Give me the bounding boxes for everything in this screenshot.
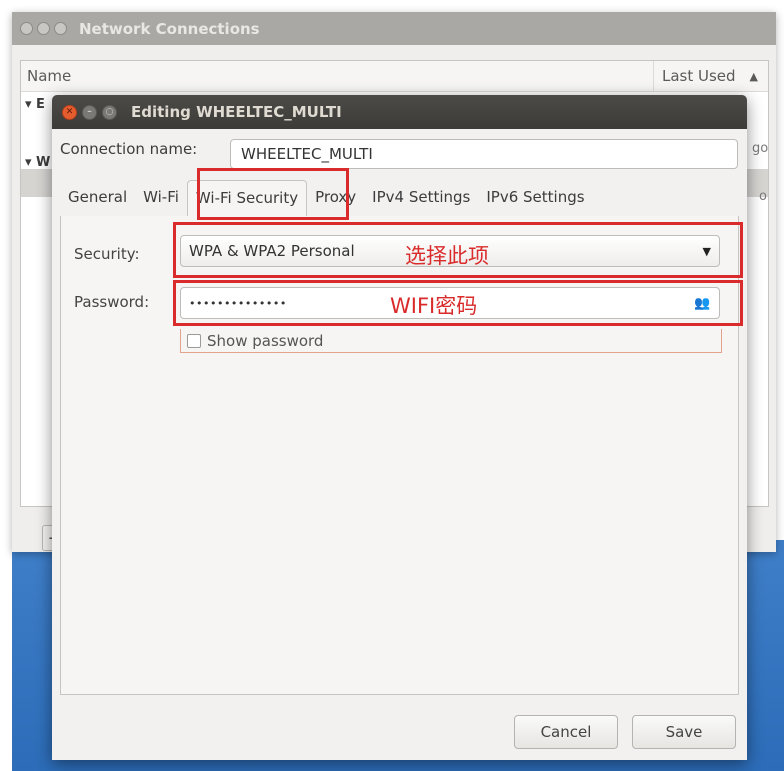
dialog-close-button[interactable]: ✕ [62, 104, 77, 120]
tab-ipv6-settings[interactable]: IPv6 Settings [478, 180, 592, 216]
column-header-last-used-label: Last Used [661, 67, 736, 85]
password-storage-icon[interactable]: 👥 [694, 296, 711, 311]
password-value: •••••••••••••• [189, 296, 287, 310]
network-connections-titlebar: Network Connections [12, 12, 776, 45]
edit-connection-dialog: ✕ – ○ Editing WHEELTEC_MULTI Connection … [52, 95, 747, 760]
security-label: Security: [74, 245, 140, 263]
password-label: Password: [74, 293, 150, 311]
connection-group-wifi[interactable]: ▾ W [25, 155, 50, 170]
connections-list-header: Name Last Used ▲ [21, 61, 768, 92]
connection-name-input[interactable] [230, 139, 738, 169]
dialog-maximize-button[interactable]: ○ [102, 104, 117, 120]
cancel-button[interactable]: Cancel [514, 715, 618, 749]
dialog-title: Editing WHEELTEC_MULTI [131, 103, 342, 121]
dialog-titlebar: ✕ – ○ Editing WHEELTEC_MULTI [52, 95, 747, 129]
window-minimize-button[interactable] [37, 22, 50, 35]
row-last-used-partial-2: o [759, 189, 767, 204]
connection-group-ethernet[interactable]: ▾ E [25, 97, 45, 112]
save-button[interactable]: Save [632, 715, 736, 749]
annotation-wifi-password: WIFI密码 [390, 294, 478, 318]
tab-proxy[interactable]: Proxy [307, 180, 364, 216]
tab-wifi-security[interactable]: Wi-Fi Security [186, 180, 308, 217]
sort-ascending-icon: ▲ [749, 69, 758, 83]
dialog-minimize-button[interactable]: – [82, 104, 97, 120]
security-select-value: WPA & WPA2 Personal [189, 242, 355, 260]
annotation-select-this: 选择此项 [405, 244, 489, 268]
network-connections-title: Network Connections [79, 19, 260, 38]
show-password-row[interactable]: Show password [180, 329, 722, 353]
tab-wifi[interactable]: Wi-Fi [135, 180, 187, 216]
column-header-last-used[interactable]: Last Used ▲ [652, 61, 768, 91]
show-password-label: Show password [207, 331, 324, 350]
tab-general[interactable]: General [60, 180, 135, 216]
connection-name-label: Connection name: [60, 140, 198, 158]
settings-tabs: General Wi-Fi Wi-Fi Security Proxy IPv4 … [60, 180, 593, 217]
window-close-button[interactable] [20, 22, 33, 35]
window-maximize-button[interactable] [54, 22, 67, 35]
row-last-used-partial: go [752, 141, 769, 156]
tab-ipv4-settings[interactable]: IPv4 Settings [364, 180, 478, 216]
show-password-checkbox[interactable] [187, 333, 201, 348]
dropdown-arrow-icon: ▼ [702, 244, 711, 258]
column-header-name[interactable]: Name [21, 67, 71, 85]
